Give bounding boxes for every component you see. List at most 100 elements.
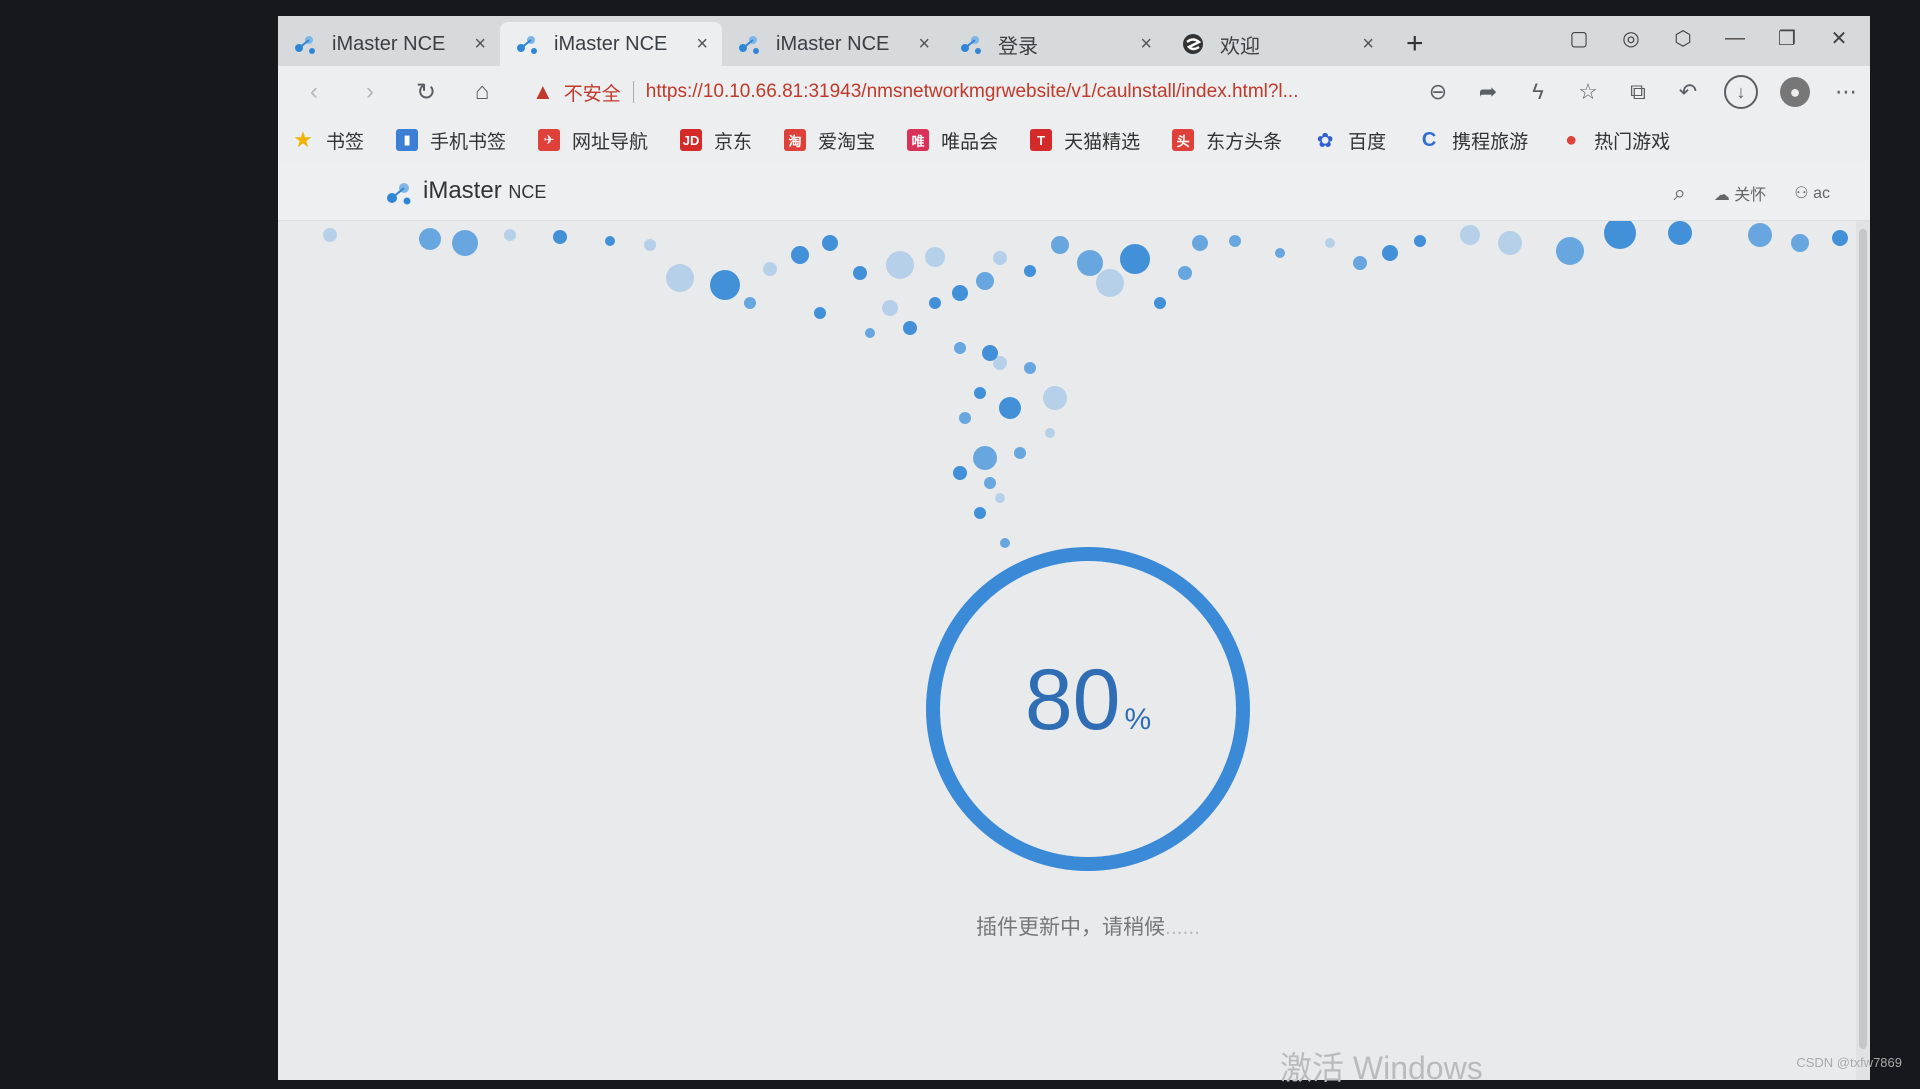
decorative-bubble [1043, 386, 1067, 410]
bubble-decoration [323, 221, 1848, 548]
security-label[interactable]: 不安全 [564, 79, 621, 106]
decorative-bubble [974, 387, 986, 399]
home-icon[interactable]: ⌂ [454, 78, 510, 106]
tab-close-icon[interactable]: × [918, 33, 930, 56]
decorative-bubble [1178, 266, 1192, 280]
tab-title: iMaster NCE [554, 32, 668, 55]
decorative-bubble [822, 235, 838, 251]
app-title-suffix: NCE [508, 182, 547, 202]
address-bar[interactable]: ▲ 不安全 https://10.10.66.81:31943/nmsnetwo… [532, 73, 1402, 111]
window-controls: ▢ ◎ ⬡ — ❐ ✕ [1566, 26, 1852, 51]
credit-text: CSDN @txfw7869 [1796, 1055, 1902, 1070]
bookmark-item[interactable]: ✿ 百度 [1314, 127, 1386, 154]
lightning-icon[interactable]: ϟ [1524, 79, 1552, 105]
reload-icon[interactable]: ↻ [398, 78, 454, 107]
bookmark-item[interactable]: C 携程旅游 [1418, 127, 1528, 154]
decorative-bubble [886, 251, 914, 279]
status-dots: ...... [1164, 916, 1200, 939]
bookmark-item[interactable]: ✈ 网址导航 [538, 127, 648, 154]
new-tab-button[interactable]: + [1406, 22, 1424, 66]
app-title-main: iMaster [423, 177, 502, 204]
tab-imaster-1[interactable]: iMaster NCE × [278, 22, 500, 66]
bookmark-item[interactable]: ▮ 手机书签 [396, 127, 506, 154]
tab-close-icon[interactable]: × [1362, 33, 1374, 56]
toolbar-actions: ⊖ ➦ ϟ ☆ ⧉ ↶ ↓ ● ⋯ [1424, 66, 1860, 118]
collections-icon[interactable]: ⧉ [1624, 79, 1652, 105]
more-menu-icon[interactable]: ⋯ [1832, 79, 1860, 105]
decorative-bubble [553, 230, 567, 244]
bookmark-label: 百度 [1348, 131, 1387, 153]
bookmark-item[interactable]: T 天猫精选 [1030, 127, 1140, 154]
decorative-bubble [865, 328, 875, 338]
forward-icon[interactable]: › [342, 78, 398, 106]
scrollbar[interactable] [1856, 221, 1870, 1080]
bookmark-item[interactable]: 头 东方头条 [1172, 127, 1282, 154]
bookmark-label: 唯品会 [941, 131, 999, 153]
decorative-bubble [1024, 362, 1036, 374]
tab-list-icon[interactable]: ▢ [1566, 26, 1592, 51]
tab-title: 欢迎 [1220, 35, 1260, 58]
tab-close-icon[interactable]: × [1140, 33, 1152, 56]
decorative-bubble [1275, 248, 1285, 258]
decorative-bubble [982, 345, 998, 361]
bookmark-item[interactable]: ● 热门游戏 [1560, 127, 1670, 154]
decorative-bubble [1832, 230, 1848, 246]
decorative-bubble [1192, 235, 1208, 251]
decorative-bubble [959, 412, 971, 424]
restore-icon[interactable]: ❐ [1774, 26, 1800, 51]
nav-icon: ✈ [538, 129, 561, 151]
download-icon[interactable]: ↓ [1724, 75, 1758, 109]
tab-title: iMaster NCE [776, 32, 890, 55]
warning-icon: ▲ [532, 79, 554, 104]
tmall-icon: T [1030, 129, 1053, 151]
bookmark-star-icon[interactable]: ☆ [1574, 79, 1602, 105]
decorative-bubble [1604, 221, 1636, 249]
tab-close-icon[interactable]: × [696, 33, 708, 56]
tab-title: 登录 [998, 35, 1038, 58]
tab-imaster-2[interactable]: iMaster NCE × [500, 22, 722, 66]
decorative-bubble [853, 266, 867, 280]
profile-icon[interactable]: ● [1780, 77, 1810, 107]
bookmark-item[interactable]: ★ 书签 [292, 127, 364, 154]
header-actions: ⌕ ☁ 关怀 ⚇ ac [1674, 180, 1831, 206]
tab-welcome[interactable]: 欢迎 × [1166, 22, 1388, 66]
share-icon[interactable]: ➦ [1474, 79, 1502, 105]
progress-label: 80% [918, 651, 1258, 750]
search-icon[interactable]: ⌕ [1674, 180, 1686, 206]
browser-toolbar: ‹ › ↻ ⌂ ▲ 不安全 https://10.10.66.81:31943/… [278, 66, 1870, 118]
phone-bookmark-icon: ▮ [396, 129, 419, 151]
extensions-icon[interactable]: ⬡ [1670, 26, 1696, 51]
games-icon: ● [1565, 128, 1578, 151]
app-header: iMaster NCE ⌕ ☁ 关怀 ⚇ ac [278, 162, 1870, 221]
close-window-icon[interactable]: ✕ [1826, 26, 1852, 51]
bookmark-label: 携程旅游 [1452, 131, 1529, 153]
toutiao-icon: 头 [1172, 129, 1195, 151]
tab-close-icon[interactable]: × [474, 33, 486, 56]
tab-imaster-3[interactable]: iMaster NCE × [722, 22, 944, 66]
care-mode-button[interactable]: ☁ 关怀 [1714, 181, 1766, 205]
bookmark-item[interactable]: JD 京东 [680, 127, 752, 154]
zoom-icon[interactable]: ⊖ [1424, 79, 1452, 105]
url-text[interactable]: https://10.10.66.81:31943/nmsnetworkmgrw… [646, 81, 1299, 103]
user-menu[interactable]: ⚇ ac [1794, 183, 1830, 203]
decorative-bubble [1229, 235, 1241, 247]
scroll-thumb[interactable] [1859, 229, 1867, 1049]
decorative-bubble [1668, 221, 1692, 245]
undo-icon[interactable]: ↶ [1674, 79, 1702, 105]
progress-value: 80 [1024, 652, 1121, 748]
bookmark-label: 天猫精选 [1064, 131, 1141, 153]
tab-login[interactable]: 登录 × [944, 22, 1166, 66]
bookmark-item[interactable]: 唯 唯品会 [907, 127, 998, 154]
decorative-bubble [504, 229, 516, 241]
back-icon[interactable]: ‹ [286, 78, 342, 106]
decorative-bubble [1325, 238, 1335, 248]
decorative-bubble [1498, 231, 1522, 255]
bookmark-label: 手机书签 [430, 131, 507, 153]
bookmark-item[interactable]: 淘 爱淘宝 [784, 127, 875, 154]
incognito-icon[interactable]: ◎ [1618, 26, 1644, 51]
bookmarks-bar: ★ 书签 ▮ 手机书签 ✈ 网址导航 JD 京东 淘 爱淘宝 唯 唯品会 T 天… [278, 118, 1870, 162]
decorative-bubble [974, 507, 986, 519]
decorative-bubble [814, 307, 826, 319]
decorative-bubble [954, 342, 966, 354]
minimize-icon[interactable]: — [1722, 27, 1748, 50]
